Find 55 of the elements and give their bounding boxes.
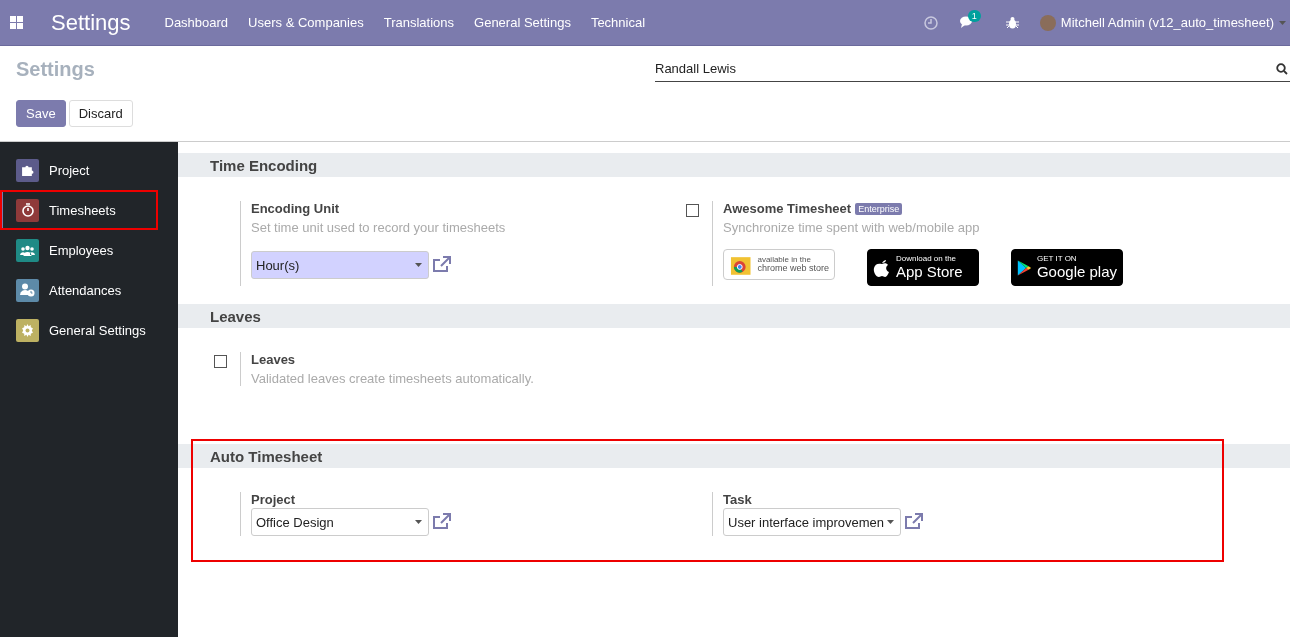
sidebar-item[interactable]: General Settings: [0, 310, 178, 350]
menu-item[interactable]: Dashboard: [154, 15, 239, 30]
sidebar-item[interactable]: Timesheets: [0, 190, 158, 230]
puzzle-icon: [21, 163, 34, 177]
select-field[interactable]: Office Design: [251, 508, 429, 536]
user-clock-icon: [20, 283, 35, 297]
section-header: Auto Timesheet: [178, 444, 1290, 468]
sidebar-item[interactable]: Employees: [0, 230, 178, 270]
setting-label: Task: [723, 492, 752, 507]
apple-logo-icon: [873, 257, 891, 278]
save-button[interactable]: Save: [16, 100, 66, 127]
sidebar-item[interactable]: Project: [0, 150, 178, 190]
menu-item[interactable]: Technical: [580, 15, 656, 30]
caret-icon: [1279, 20, 1286, 25]
stopwatch-icon: [20, 203, 35, 217]
checkbox[interactable]: [213, 355, 227, 368]
setting-description: Validated leaves create timesheets automatically.: [251, 371, 534, 386]
section-header: Time Encoding: [178, 153, 1290, 177]
checkbox[interactable]: [685, 204, 699, 217]
select-field[interactable]: Hour(s): [251, 251, 429, 279]
setting-label: Awesome Timesheet: [723, 201, 852, 216]
menu-item[interactable]: Translations: [373, 15, 465, 30]
setting-label: Project: [251, 492, 296, 507]
gear-icon: [21, 323, 34, 337]
menu-item[interactable]: Users & Companies: [238, 15, 374, 30]
message-count-badge: 1: [967, 10, 981, 22]
apps-menu-icon[interactable]: [10, 16, 23, 29]
user-menu[interactable]: Mitchell Admin (v12_auto_timesheet): [1029, 14, 1290, 31]
enterprise-badge: Enterprise: [855, 202, 903, 215]
app-title: Settings: [51, 9, 131, 36]
avatar-icon: [1039, 14, 1056, 31]
menu-item[interactable]: General Settings: [464, 15, 581, 30]
setting-description: Synchronize time spent with web/mobile app: [723, 220, 981, 235]
setting-label: Encoding Unit: [251, 201, 340, 216]
setting-description: Set time unit used to record your timesheets: [251, 220, 506, 235]
external-link-icon[interactable]: [432, 256, 452, 274]
clock-icon[interactable]: [923, 15, 938, 30]
search-icon[interactable]: [1276, 63, 1288, 75]
caret-icon: [887, 520, 894, 524]
select-field[interactable]: User interface improvemen: [723, 508, 901, 536]
sidebar-item[interactable]: Attendances: [0, 270, 178, 310]
bug-icon[interactable]: [1005, 16, 1019, 29]
store-badge[interactable]: Download on the App Store: [867, 249, 979, 286]
store-badge[interactable]: available in the chrome web store: [723, 249, 835, 280]
external-link-icon[interactable]: [904, 513, 924, 531]
external-link-icon[interactable]: [432, 513, 452, 531]
search-field[interactable]: Randall Lewis: [655, 56, 1290, 82]
discard-button[interactable]: Discard: [68, 100, 133, 127]
section-header: Leaves: [178, 304, 1290, 328]
page-title: Settings: [16, 58, 96, 82]
caret-icon: [415, 263, 422, 267]
users-icon: [20, 244, 35, 256]
store-badge[interactable]: GET IT ON Google play: [1011, 249, 1123, 286]
setting-label: Leaves: [251, 352, 296, 367]
caret-icon: [415, 520, 422, 524]
